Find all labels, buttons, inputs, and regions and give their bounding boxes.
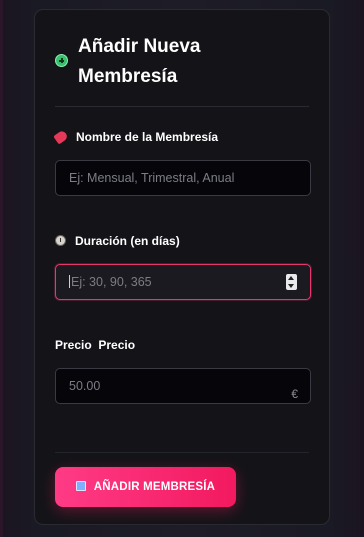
floppy-disk-icon xyxy=(75,480,86,491)
clock-icon xyxy=(55,235,66,247)
text-caret xyxy=(69,275,70,289)
plus-circle-icon xyxy=(55,54,68,67)
name-field-label: Nombre de la Membresía xyxy=(76,130,219,144)
price-placeholder: 50.00 xyxy=(69,379,101,393)
duration-input[interactable]: Ej: 30, 90, 365 xyxy=(55,264,311,300)
page-edge xyxy=(0,0,3,537)
card-title: Añadir Nueva Membresía xyxy=(78,36,201,87)
price-field-label-row: Precio Precio xyxy=(55,337,135,353)
price-input[interactable]: 50.00 € xyxy=(55,368,311,404)
add-membership-card: Añadir Nueva Membresía Nombre de la Memb… xyxy=(34,9,330,525)
header-divider xyxy=(55,106,309,107)
membership-name-input[interactable]: Ej: Mensual, Trimestral, Anual xyxy=(55,160,311,196)
price-field-label: Precio xyxy=(98,338,136,352)
duration-field-label-row: Duración (en días) xyxy=(55,233,180,249)
name-field-label-row: Nombre de la Membresía xyxy=(53,129,219,145)
add-membership-button[interactable]: AÑADIR MEMBRESÍA xyxy=(55,467,236,507)
footer-divider xyxy=(55,452,309,453)
tag-icon xyxy=(53,129,69,145)
add-membership-button-label: AÑADIR MEMBRESÍA xyxy=(93,481,216,493)
number-stepper[interactable] xyxy=(286,274,297,290)
currency-symbol: € xyxy=(291,387,298,401)
duration-placeholder: Ej: 30, 90, 365 xyxy=(71,275,152,289)
price-broken-image-alt: Precio xyxy=(55,338,92,352)
membership-name-placeholder: Ej: Mensual, Trimestral, Anual xyxy=(69,171,235,185)
duration-field-label: Duración (en días) xyxy=(75,234,180,248)
